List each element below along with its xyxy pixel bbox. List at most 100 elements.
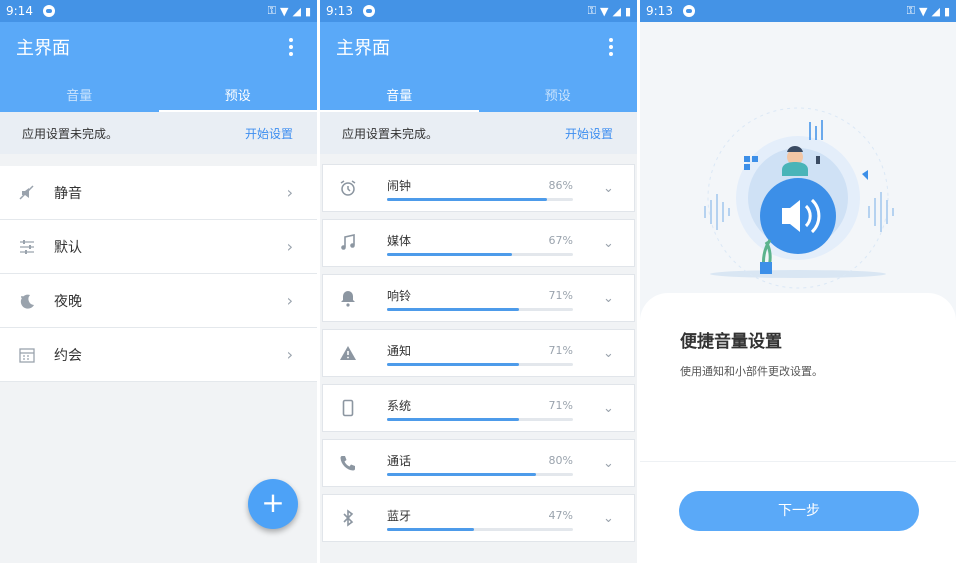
vpn-key-icon: ⚿ [587,4,596,17]
moon-icon [20,294,34,309]
chevron-down-icon[interactable]: ⌄ [603,346,614,361]
chevron-down-icon[interactable]: ⌄ [603,511,614,526]
status-time: 9:13 [326,4,353,18]
preset-label: 默认 [54,239,82,256]
bluetooth-icon [343,509,354,527]
call-icon [340,456,355,471]
add-preset-button[interactable]: + [248,479,298,529]
app-notification-icon [682,5,695,17]
status-time: 9:14 [6,4,33,18]
volume-slider[interactable] [387,473,573,476]
volume-slider-fill [387,528,475,531]
volume-slider-fill [387,418,520,421]
setup-notice-text: 应用设置未完成。 [22,126,119,141]
volume-label: 蓝牙 [387,509,412,523]
app-notification-icon [362,5,375,17]
volume-slider-fill [387,198,547,201]
volume-label: 通话 [387,454,412,468]
volume-percent: 86% [548,179,573,192]
volume-item-media: 媒体 67% ⌄ [322,219,635,267]
sliders-icon [20,239,34,254]
chevron-down-icon[interactable]: ⌄ [603,291,614,306]
signal-icon: ◢ [612,4,621,18]
setup-notice-text: 应用设置未完成。 [342,126,439,141]
preset-label: 夜晚 [54,293,82,310]
next-button[interactable]: 下一步 [679,491,919,531]
volume-slider-fill [387,473,536,476]
status-icons: ⚿ ▼ ◢ ▮ [268,4,311,18]
screen-presets: 9:14 ⚿ ▼ ◢ ▮ 主界面 音量 预设 应用设置未完成。 开始设置 静音 … [0,0,317,563]
volume-label: 系统 [387,399,412,413]
status-bar: 9:14 ⚿ ▼ ◢ ▮ [0,0,317,22]
card-title: 便捷音量设置 [680,332,782,352]
volume-item-ringtone: 响铃 71% ⌄ [322,274,635,322]
onboarding-card: 便捷音量设置 使用通知和小部件更改设置。 下一步 [640,293,956,563]
wifi-icon: ▼ [280,4,289,18]
status-time: 9:13 [646,4,673,18]
chevron-down-icon[interactable]: ⌄ [603,401,614,416]
volume-percent: 47% [548,509,573,522]
chevron-down-icon[interactable]: ⌄ [603,456,614,471]
preset-list: 静音 › 默认 › 夜晚 › 约会 › [0,166,317,382]
volume-percent: 71% [548,344,573,357]
volume-label: 通知 [387,344,412,358]
volume-slider-fill [387,363,520,366]
calendar-icon [19,347,35,363]
tab-presets[interactable]: 预设 [158,72,318,112]
preset-label: 约会 [54,347,82,364]
preset-item-mute[interactable]: 静音 › [0,166,317,220]
status-bar: 9:13 ⚿ ▼ ◢ ▮ [640,0,956,22]
page-title: 主界面 [336,38,390,59]
onboarding-illustration [704,107,894,289]
warning-icon [340,346,356,360]
volume-slider[interactable] [387,363,573,366]
volume-percent: 80% [548,454,573,467]
phone-device-icon [342,399,354,417]
start-setup-link[interactable]: 开始设置 [565,125,613,142]
chevron-down-icon[interactable]: ⌄ [603,181,614,196]
volume-item-call: 通话 80% ⌄ [322,439,635,487]
volume-percent: 71% [548,289,573,302]
volume-slider-fill [387,253,512,256]
volume-slider[interactable] [387,308,573,311]
screen-volume: 9:13 ⚿ ▼ ◢ ▮ 主界面 音量 预设 应用设置未完成。 开始设置 闹钟 … [320,0,637,563]
preset-item-date[interactable]: 约会 › [0,328,317,382]
volume-item-alarm: 闹钟 86% ⌄ [322,164,635,212]
battery-icon: ▮ [624,4,631,18]
volume-slider[interactable] [387,253,573,256]
preset-label: 静音 [54,185,82,202]
status-icons: ⚿ ▼ ◢ ▮ [907,4,950,18]
chevron-right-icon: › [286,237,293,256]
overflow-menu-icon[interactable] [601,38,621,56]
signal-icon: ◢ [292,4,301,18]
setup-notice: 应用设置未完成。 开始设置 [0,112,317,154]
card-description: 使用通知和小部件更改设置。 [680,365,823,378]
bell-icon [341,291,355,307]
tab-volume[interactable]: 音量 [320,72,479,112]
chevron-down-icon[interactable]: ⌄ [603,236,614,251]
volume-slider[interactable] [387,418,573,421]
vpn-key-icon: ⚿ [267,4,276,17]
tab-volume[interactable]: 音量 [0,72,159,112]
card-divider [640,461,956,462]
wifi-icon: ▼ [919,4,928,18]
preset-item-default[interactable]: 默认 › [0,220,317,274]
tab-presets[interactable]: 预设 [479,72,638,112]
volume-percent: 67% [548,234,573,247]
volume-label: 闹钟 [387,179,412,193]
battery-icon: ▮ [304,4,311,18]
start-setup-link[interactable]: 开始设置 [245,125,293,142]
volume-item-system: 系统 71% ⌄ [322,384,635,432]
overflow-menu-icon[interactable] [281,38,301,56]
preset-item-night[interactable]: 夜晚 › [0,274,317,328]
volume-slider[interactable] [387,528,573,531]
chevron-right-icon: › [286,291,293,310]
app-notification-icon [42,5,55,17]
screen-onboarding: 9:13 ⚿ ▼ ◢ ▮ 便捷音量设置 使用通知和小部件更改设置。 下一步 [640,0,956,563]
signal-icon: ◢ [931,4,940,18]
music-icon [341,234,355,250]
app-bar: 主界面 [320,22,637,72]
volume-slider[interactable] [387,198,573,201]
volume-item-bluetooth: 蓝牙 47% ⌄ [322,494,635,542]
alarm-icon [340,180,356,196]
